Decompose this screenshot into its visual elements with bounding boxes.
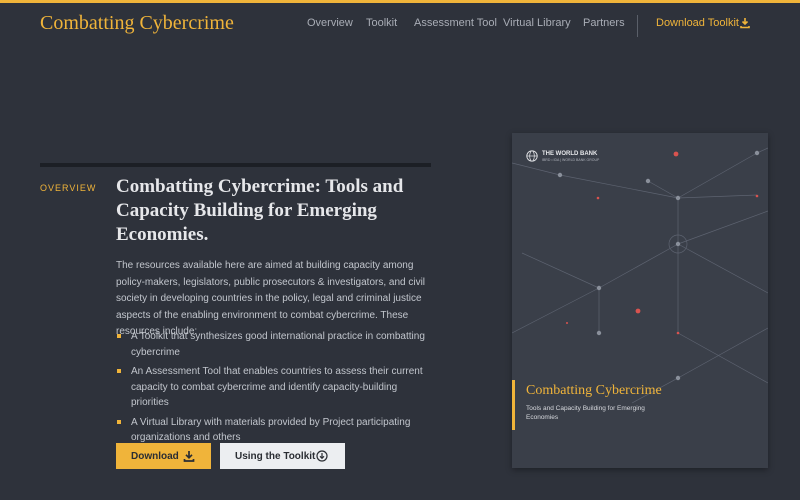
list-item: A Toolkit that synthesizes good internat… xyxy=(116,329,436,360)
list-item: A Virtual Library with materials provide… xyxy=(116,415,436,446)
nav-overview[interactable]: Overview xyxy=(307,17,353,29)
download-button-label: Download xyxy=(131,451,179,462)
download-toolkit-label: Download Toolkit xyxy=(656,17,739,29)
nav-divider xyxy=(637,15,638,37)
download-icon xyxy=(740,18,750,29)
page-title: Combatting Cybercrime: Tools and Capacit… xyxy=(116,176,404,245)
nav-toolkit[interactable]: Toolkit xyxy=(366,17,397,29)
publisher-name: THE WORLD BANK xyxy=(542,151,598,157)
cover-accent-bar xyxy=(512,380,515,430)
download-icon xyxy=(183,451,195,462)
nav-partners[interactable]: Partners xyxy=(583,17,625,29)
download-button[interactable]: Download xyxy=(116,443,211,469)
site-title[interactable]: Combatting Cybercrime xyxy=(40,12,234,35)
bullet-icon xyxy=(117,369,121,373)
arrow-circle-down-icon xyxy=(316,450,328,462)
list-item-text: A Virtual Library with materials provide… xyxy=(131,416,411,444)
resource-list: A Toolkit that synthesizes good internat… xyxy=(116,329,436,450)
cover-subtitle: Tools and Capacity Building for Emerging… xyxy=(526,405,645,421)
list-item: An Assessment Tool that enables countrie… xyxy=(116,364,436,411)
using-toolkit-button[interactable]: Using the Toolkit xyxy=(220,443,345,469)
bullet-icon xyxy=(117,419,121,424)
globe-icon xyxy=(526,150,538,162)
nav-virtual-library[interactable]: Virtual Library xyxy=(503,17,571,29)
list-item-text: A Toolkit that synthesizes good internat… xyxy=(131,331,425,358)
section-label: OVERVIEW xyxy=(40,183,97,193)
list-item-text: An Assessment Tool that enables countrie… xyxy=(131,366,423,408)
report-cover-image[interactable]: THE WORLD BANK IBRD • IDA | WORLD BANK G… xyxy=(512,133,768,468)
section-divider xyxy=(40,163,431,167)
site-header: Combatting Cybercrime Overview Toolkit A… xyxy=(0,3,800,45)
cover-title: Combatting Cybercrime xyxy=(526,383,662,398)
bullet-icon xyxy=(117,334,121,338)
using-toolkit-button-label: Using the Toolkit xyxy=(235,451,316,462)
publisher-subtitle: IBRD • IDA | WORLD BANK GROUP xyxy=(542,158,600,162)
download-toolkit-link[interactable]: Download Toolkit xyxy=(656,17,750,29)
nav-assessment-tool[interactable]: Assessment Tool xyxy=(414,17,497,29)
